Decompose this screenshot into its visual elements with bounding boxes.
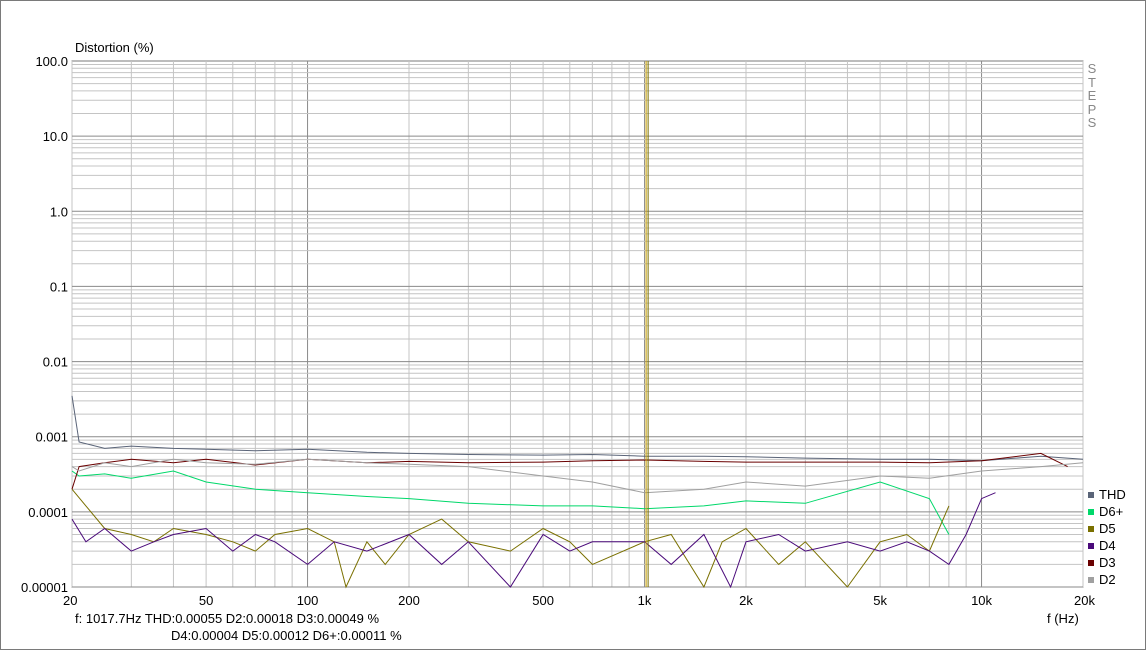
legend-label: THD [1099,487,1126,502]
x-tick-label: 1k [638,593,652,608]
legend-swatch [1088,542,1094,549]
y-tick-label: 10.0 [43,129,68,144]
legend-swatch [1088,525,1094,532]
x-tick-label: 20 [63,593,77,608]
legend-label: D2 [1099,572,1116,587]
x-axis-label: f (Hz) [1047,611,1079,626]
legend-label: D6+ [1099,504,1124,519]
x-tick-label: 50 [199,593,213,608]
x-tick-label: 10k [971,593,992,608]
x-tick-label: 2k [739,593,753,608]
legend-item[interactable]: D3 [1088,554,1126,571]
y-tick-label: 0.00001 [21,580,68,595]
legend-item[interactable]: D4 [1088,537,1126,554]
distortion-chart[interactable]: 100.0 10.0 1.0 0.1 0.01 0.001 0.0001 0.0000120 5… [0,0,1146,650]
y-tick-label: 1.0 [50,204,68,219]
legend-label: D5 [1099,521,1116,536]
y-tick-label: 100.0 [35,54,68,69]
legend-swatch [1088,491,1094,498]
legend-label: D3 [1099,555,1116,570]
legend-item[interactable]: D5 [1088,520,1126,537]
legend: THD D6+ D5 D4 D3 D2 [1088,486,1126,588]
steps-label: STEPS [1087,61,1097,130]
legend-item[interactable]: D2 [1088,571,1126,588]
x-tick-label: 100 [297,593,319,608]
y-tick-label: 0.001 [35,430,68,445]
grid [71,60,1084,588]
legend-item[interactable]: THD [1088,486,1126,503]
legend-label: D4 [1099,538,1116,553]
readout-line-2: D4:0.00004 D5:0.00012 D6+:0.00011 % [171,628,402,643]
legend-swatch [1088,576,1094,583]
x-tick-label: 20k [1074,593,1095,608]
y-tick-label: 0.0001 [28,505,68,520]
legend-item[interactable]: D6+ [1088,503,1126,520]
legend-swatch [1088,559,1094,566]
y-tick-label: 0.01 [43,355,68,370]
x-tick-label: 500 [532,593,554,608]
x-tick-label: 200 [398,593,420,608]
y-axis-label: Distortion (%) [75,40,154,55]
readout-line-1: f: 1017.7Hz THD:0.00055 D2:0.00018 D3:0.… [75,611,380,626]
y-tick-label: 0.1 [50,279,68,294]
legend-swatch [1088,508,1094,515]
x-tick-label: 5k [873,593,887,608]
